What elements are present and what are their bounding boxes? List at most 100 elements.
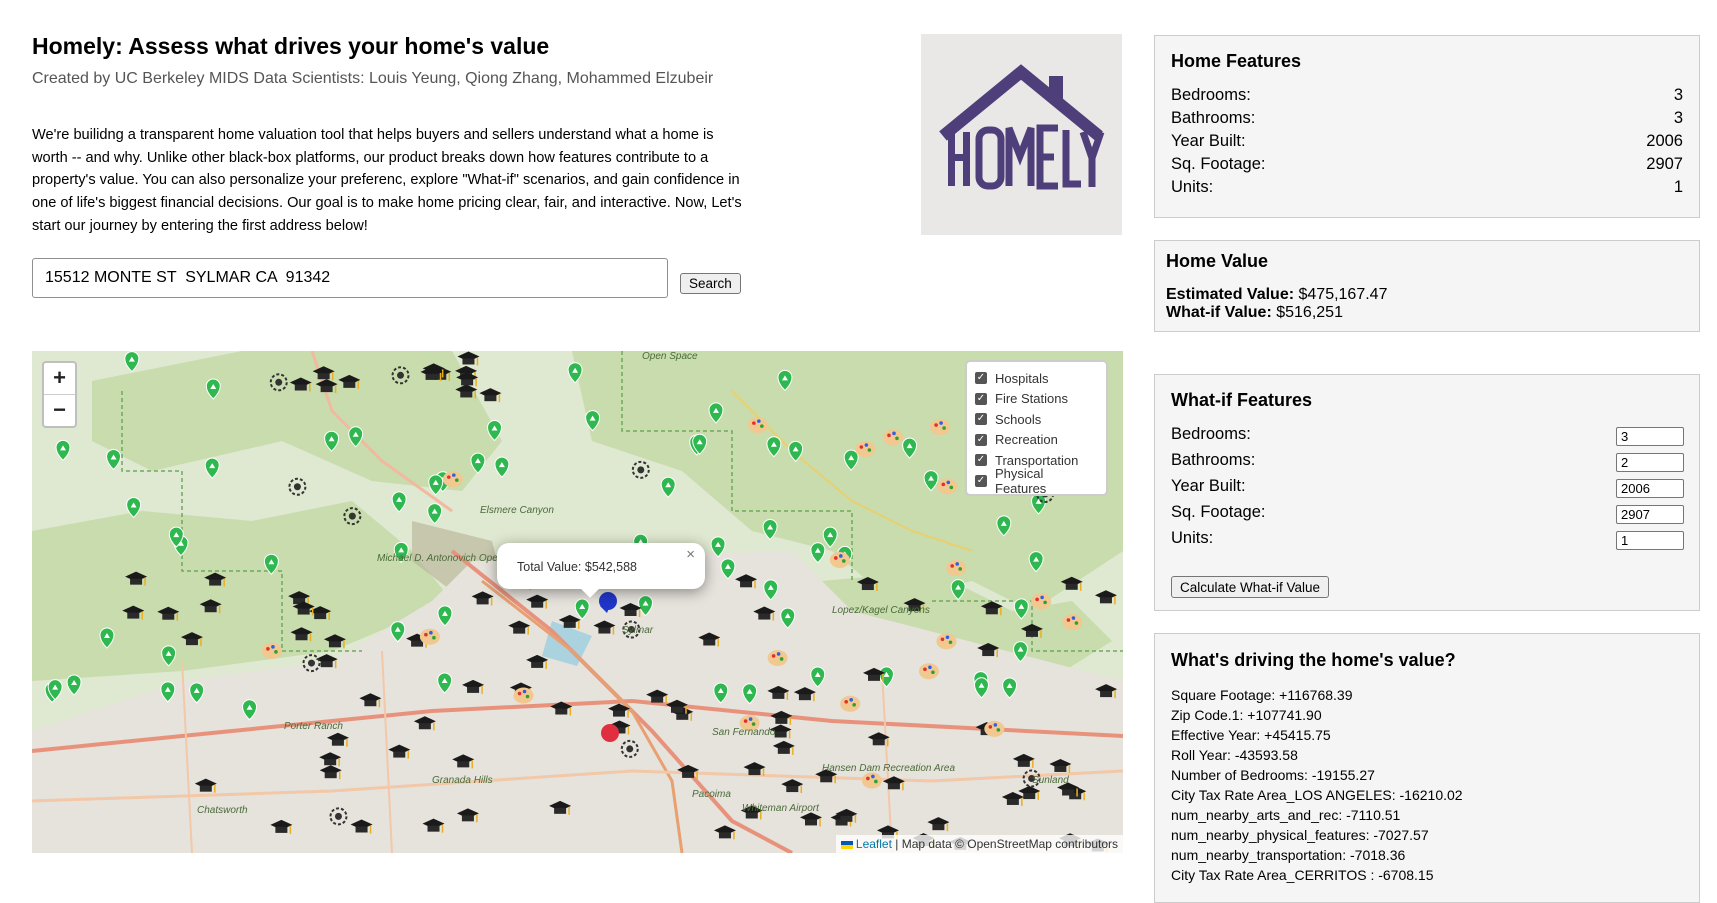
layer-label: Physical Features [995, 465, 1047, 496]
driver-item: City Tax Rate Area_CERRITOS : -6708.15 [1171, 867, 1434, 883]
place-label: Porter Ranch [284, 721, 343, 732]
palette-marker-icon[interactable] [861, 772, 882, 789]
palette-marker-icon[interactable] [442, 471, 463, 488]
checkbox-checked-icon[interactable]: ✓ [975, 372, 987, 385]
zoom-out-button[interactable]: − [44, 394, 75, 426]
page-title: Homely: Assess what drives your home's v… [32, 33, 550, 59]
palette-marker-icon[interactable] [918, 663, 939, 680]
home-location-marker[interactable] [599, 592, 617, 610]
home-features-panel: Home Features Bedrooms: 3 Bathrooms: 3 Yea… [1154, 35, 1700, 218]
value-drivers-panel: What's driving the home's value? Square … [1154, 633, 1700, 903]
place-label: Sunland [1032, 775, 1069, 786]
palette-marker-icon[interactable] [767, 649, 788, 666]
value-drivers-title: What's driving the home's value? [1171, 650, 1456, 670]
whatif-label-bathrooms: Bathrooms: [1171, 451, 1256, 469]
driver-item: Effective Year: +45415.75 [1171, 727, 1331, 743]
whatif-value: What-if Value: $516,251 [1166, 304, 1343, 322]
whatif-bathrooms-input[interactable] [1616, 453, 1684, 472]
address-search-input[interactable] [32, 258, 668, 298]
feature-row-year-built: Year Built: 2006 [1171, 132, 1683, 151]
layer-schools[interactable]: ✓ Schools [975, 409, 1098, 430]
driver-item: num_nearby_physical_features: -7027.57 [1171, 827, 1429, 843]
checkbox-checked-icon[interactable]: ✓ [975, 474, 987, 487]
layer-recreation[interactable]: ✓ Recreation [975, 430, 1098, 451]
checkbox-checked-icon[interactable]: ✓ [975, 454, 987, 467]
whatif-units-input[interactable] [1616, 531, 1684, 550]
feature-value: 2006 [1646, 132, 1683, 150]
palette-marker-icon[interactable] [984, 720, 1005, 737]
feature-value: 2907 [1646, 155, 1683, 173]
layer-label: Recreation [995, 432, 1058, 448]
layer-label: Hospitals [995, 370, 1049, 386]
palette-marker-icon[interactable] [936, 633, 957, 650]
feature-label: Sq. Footage: [1171, 155, 1266, 173]
checkbox-checked-icon[interactable]: ✓ [975, 392, 987, 405]
driver-item: City Tax Rate Area_LOS ANGELES: -16210.0… [1171, 787, 1463, 803]
whatif-features-panel: What-if Features Bedrooms: Bathrooms: Ye… [1154, 374, 1700, 611]
layer-label: Fire Stations [995, 391, 1068, 407]
place-label: Sylmar [622, 625, 654, 636]
place-label: Whiteman Airport [742, 803, 820, 814]
checkbox-checked-icon[interactable]: ✓ [975, 433, 987, 446]
whatif-label-sq-footage: Sq. Footage: [1171, 503, 1266, 521]
checkbox-checked-icon[interactable]: ✓ [975, 413, 987, 426]
map-tiles[interactable]: Open SpaceElsmere CanyonMichael D. Anton… [32, 351, 1123, 853]
palette-marker-icon[interactable] [840, 695, 861, 712]
home-features-title: Home Features [1171, 51, 1302, 71]
palette-marker-icon[interactable] [1062, 614, 1083, 631]
place-label: Elsmere Canyon [480, 505, 554, 516]
layer-fire-stations[interactable]: ✓ Fire Stations [975, 389, 1098, 410]
place-label: Open Space [642, 351, 698, 362]
palette-marker-icon[interactable] [747, 417, 768, 434]
whatif-label-bedrooms: Bedrooms: [1171, 425, 1251, 443]
whatif-value-label: What-if Value: [1166, 304, 1272, 321]
palette-marker-icon[interactable] [419, 628, 440, 645]
palette-marker-icon[interactable] [946, 559, 967, 576]
intro-paragraph: We're builidng a transparent home valuat… [32, 127, 742, 234]
feature-value: 3 [1673, 86, 1683, 104]
whatif-value-amount: $516,251 [1271, 304, 1343, 321]
driver-item: num_nearby_transportation: -7018.36 [1171, 847, 1406, 863]
place-label: Granada Hills [432, 775, 493, 786]
estimated-value: Estimated Value: $475,167.47 [1166, 286, 1387, 304]
estimated-value-label: Estimated Value: [1166, 286, 1295, 303]
leaflet-link[interactable]: Leaflet [856, 837, 892, 851]
palette-marker-icon[interactable] [937, 478, 958, 495]
popup-close-icon[interactable]: × [686, 546, 695, 563]
palette-marker-icon[interactable] [513, 687, 534, 704]
zoom-in-button[interactable]: + [44, 363, 75, 394]
feature-row-units: Units: 1 [1171, 178, 1683, 197]
palette-marker-icon[interactable] [829, 551, 850, 568]
palette-marker-icon[interactable] [882, 429, 903, 446]
place-label: Hansen Dam Recreation Area [822, 763, 955, 774]
whatif-features-title: What-if Features [1171, 390, 1313, 410]
palette-marker-icon[interactable] [855, 441, 876, 458]
driver-item: Square Footage: +116768.39 [1171, 687, 1353, 703]
palette-marker-icon[interactable] [1031, 593, 1052, 610]
estimated-value-amount: $475,167.47 [1294, 286, 1388, 303]
whatif-label-units: Units: [1171, 529, 1214, 547]
feature-label: Bedrooms: [1171, 86, 1251, 104]
feature-value: 1 [1673, 178, 1683, 196]
whatif-bedrooms-input[interactable] [1616, 427, 1684, 446]
place-label: Pacoima [692, 789, 731, 800]
layer-physical-features[interactable]: ✓ Physical Features [975, 466, 1098, 496]
palette-marker-icon[interactable] [930, 419, 951, 436]
palette-marker-icon[interactable] [261, 642, 282, 659]
logo-wordmark [948, 124, 1105, 190]
homely-logo [921, 34, 1122, 235]
feature-row-bathrooms: Bathrooms: 3 [1171, 109, 1683, 128]
calculate-whatif-button[interactable]: Calculate What-if Value [1171, 576, 1330, 598]
page-subtitle: Created by UC Berkeley MIDS Data Scienti… [32, 70, 714, 87]
hospital-marker-icon[interactable] [601, 724, 619, 742]
whatif-sq-footage-input[interactable] [1616, 505, 1684, 524]
layer-hospitals[interactable]: ✓ Hospitals [975, 368, 1098, 389]
whatif-year-built-input[interactable] [1616, 479, 1684, 498]
feature-label: Units: [1171, 178, 1214, 196]
map-view[interactable]: Open Space Elsmere Canyon Michael D. Anton… [32, 351, 1123, 853]
home-value-title: Home Value [1166, 251, 1269, 271]
home-value-panel: Home Value Estimated Value: $475,167.47 … [1154, 240, 1700, 332]
popup-total-value: Total Value: $542,588 [517, 560, 638, 574]
search-button[interactable]: Search [680, 273, 741, 294]
zoom-controls: + − [42, 361, 77, 428]
